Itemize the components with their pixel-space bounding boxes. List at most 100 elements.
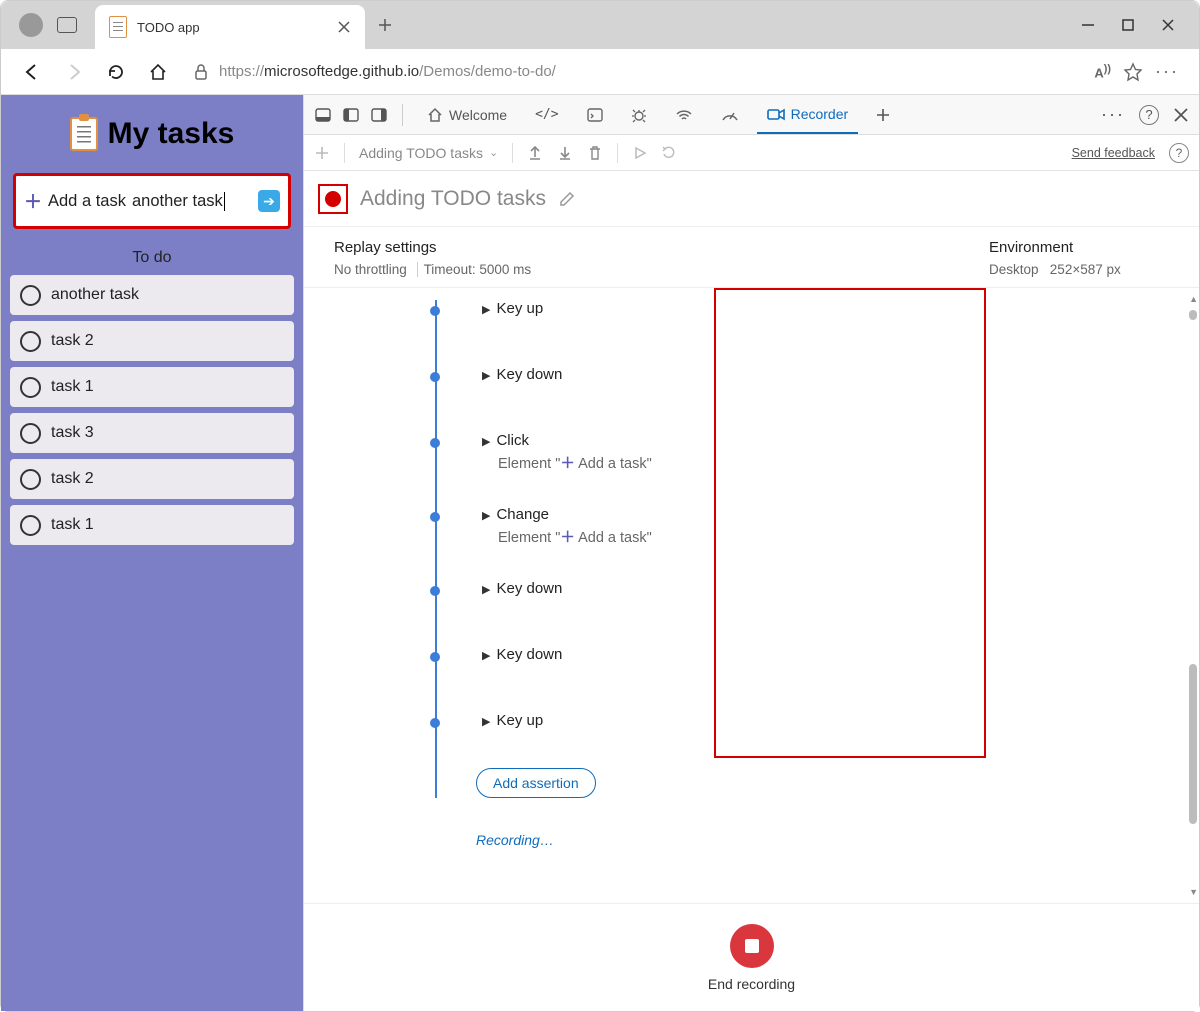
checkbox-icon[interactable] (20, 285, 41, 306)
tab-welcome[interactable]: Welcome (417, 96, 517, 134)
replay-button[interactable] (632, 145, 648, 161)
step-dot-icon (430, 652, 440, 662)
send-feedback-link[interactable]: Send feedback (1072, 146, 1155, 160)
environment-label: Environment (989, 239, 1169, 256)
step-dot-icon (430, 438, 440, 448)
scrollbar[interactable]: ▲ ▼ (1187, 294, 1197, 897)
expand-icon[interactable]: ▶ (482, 716, 490, 728)
expand-icon[interactable]: ▶ (482, 370, 490, 382)
dock-left-icon[interactable] (342, 106, 360, 124)
new-tab-button[interactable] (866, 96, 900, 134)
gauge-icon (721, 108, 739, 122)
favorite-icon[interactable] (1123, 62, 1143, 82)
expand-icon[interactable]: ▶ (482, 650, 490, 662)
tab-console[interactable] (577, 96, 613, 134)
lock-icon (193, 63, 209, 81)
tab-elements[interactable]: </> (525, 96, 568, 134)
clipboard-icon (70, 117, 98, 151)
step-keydown[interactable]: ▶Key down ⋮ (434, 580, 1185, 608)
step-dot-icon (430, 586, 440, 596)
add-assertion-button[interactable]: Add assertion (476, 768, 596, 798)
tab-sources[interactable] (621, 96, 657, 134)
add-task-placeholder: Add a task (48, 192, 126, 211)
dock-right-icon[interactable] (370, 106, 388, 124)
checkbox-icon[interactable] (20, 469, 41, 490)
back-button[interactable] (15, 55, 49, 89)
bug-icon (631, 107, 647, 123)
checkbox-icon[interactable] (20, 515, 41, 536)
checkbox-icon[interactable] (20, 377, 41, 398)
expand-icon[interactable]: ▶ (482, 510, 490, 522)
browser-tab[interactable]: TODO app (95, 5, 365, 49)
scroll-thumb[interactable] (1189, 664, 1197, 824)
maximize-button[interactable] (1121, 18, 1135, 32)
step-keyup[interactable]: ▶Key up ⋮ (434, 300, 1185, 328)
new-tab-button[interactable] (365, 1, 405, 49)
tab-network[interactable] (665, 96, 703, 134)
export-button[interactable] (527, 145, 543, 161)
help-icon[interactable]: ? (1139, 105, 1159, 125)
dock-bottom-icon[interactable] (314, 106, 332, 124)
task-item[interactable]: task 3 (10, 413, 294, 453)
help-icon[interactable]: ? (1169, 143, 1189, 163)
scroll-thumb[interactable] (1189, 310, 1197, 320)
minimize-button[interactable] (1081, 18, 1095, 32)
expand-icon[interactable]: ▶ (482, 436, 490, 448)
step-change[interactable]: ▶Change Element "＋ Add a task" ⋮ (434, 506, 1185, 552)
new-recording-button[interactable] (314, 145, 330, 161)
environment-dimensions: 252×587 px (1050, 262, 1121, 277)
task-item[interactable]: task 1 (10, 367, 294, 407)
plus-icon: ＋ (24, 188, 42, 214)
end-recording-button[interactable] (730, 924, 774, 968)
checkbox-icon[interactable] (20, 423, 41, 444)
more-button[interactable]: ··· (1155, 61, 1179, 82)
task-item[interactable]: task 2 (10, 459, 294, 499)
task-item[interactable]: another task (10, 275, 294, 315)
step-keyup[interactable]: ▶Key up ⋮ (434, 712, 1185, 740)
submit-task-button[interactable]: ➔ (258, 190, 280, 212)
task-item[interactable]: task 1 (10, 505, 294, 545)
step-keydown[interactable]: ▶Key down ⋮ (434, 366, 1185, 394)
add-task-input[interactable]: ＋ Add a task another task ➔ (13, 173, 291, 229)
tab-close-button[interactable] (337, 20, 351, 34)
step-keydown[interactable]: ▶Key down ⋮ (434, 646, 1185, 674)
tab-performance[interactable] (711, 96, 749, 134)
step-target: Element "＋ Add a task" (482, 452, 1185, 473)
expand-icon[interactable]: ▶ (482, 304, 490, 316)
expand-icon[interactable]: ▶ (482, 584, 490, 596)
close-devtools-button[interactable] (1173, 107, 1189, 123)
home-button[interactable] (141, 55, 175, 89)
scroll-up-icon[interactable]: ▲ (1189, 294, 1198, 304)
task-item[interactable]: task 2 (10, 321, 294, 361)
checkbox-icon[interactable] (20, 331, 41, 352)
environment-device[interactable]: Desktop (989, 262, 1039, 277)
recording-status: Recording… (476, 832, 1185, 848)
throttling-value[interactable]: No throttling (334, 262, 407, 277)
timeout-value[interactable]: Timeout: 5000 ms (424, 262, 532, 277)
recording-title-row: Adding TODO tasks (304, 171, 1199, 227)
profile-avatar[interactable] (19, 13, 43, 37)
favicon-clipboard-icon (109, 16, 127, 38)
window-close-button[interactable] (1161, 18, 1175, 32)
wifi-icon (675, 108, 693, 122)
refresh-button[interactable] (99, 55, 133, 89)
import-button[interactable] (557, 145, 573, 161)
read-aloud-icon[interactable]: A)) (1094, 63, 1111, 80)
workspaces-icon[interactable] (57, 17, 77, 33)
more-tools-icon[interactable]: ··· (1101, 104, 1125, 125)
step-dot-icon (430, 306, 440, 316)
tab-recorder[interactable]: Recorder (757, 96, 859, 134)
replay-settings-label: Replay settings (334, 239, 989, 256)
step-button[interactable] (662, 145, 678, 161)
step-click[interactable]: ▶Click Element "＋ Add a task" ⋮ (434, 432, 1185, 478)
todo-section-header: To do (132, 249, 171, 267)
delete-button[interactable] (587, 145, 603, 161)
tab-title: TODO app (137, 20, 327, 35)
address-bar: https://microsoftedge.github.io/Demos/de… (1, 49, 1199, 95)
record-indicator[interactable] (318, 184, 348, 214)
url-box[interactable]: https://microsoftedge.github.io/Demos/de… (183, 55, 1080, 89)
edit-icon[interactable] (558, 190, 576, 208)
scroll-down-icon[interactable]: ▼ (1189, 887, 1198, 897)
code-icon: </> (535, 107, 558, 122)
recording-selector[interactable]: Adding TODO tasks ⌄ (359, 145, 498, 161)
